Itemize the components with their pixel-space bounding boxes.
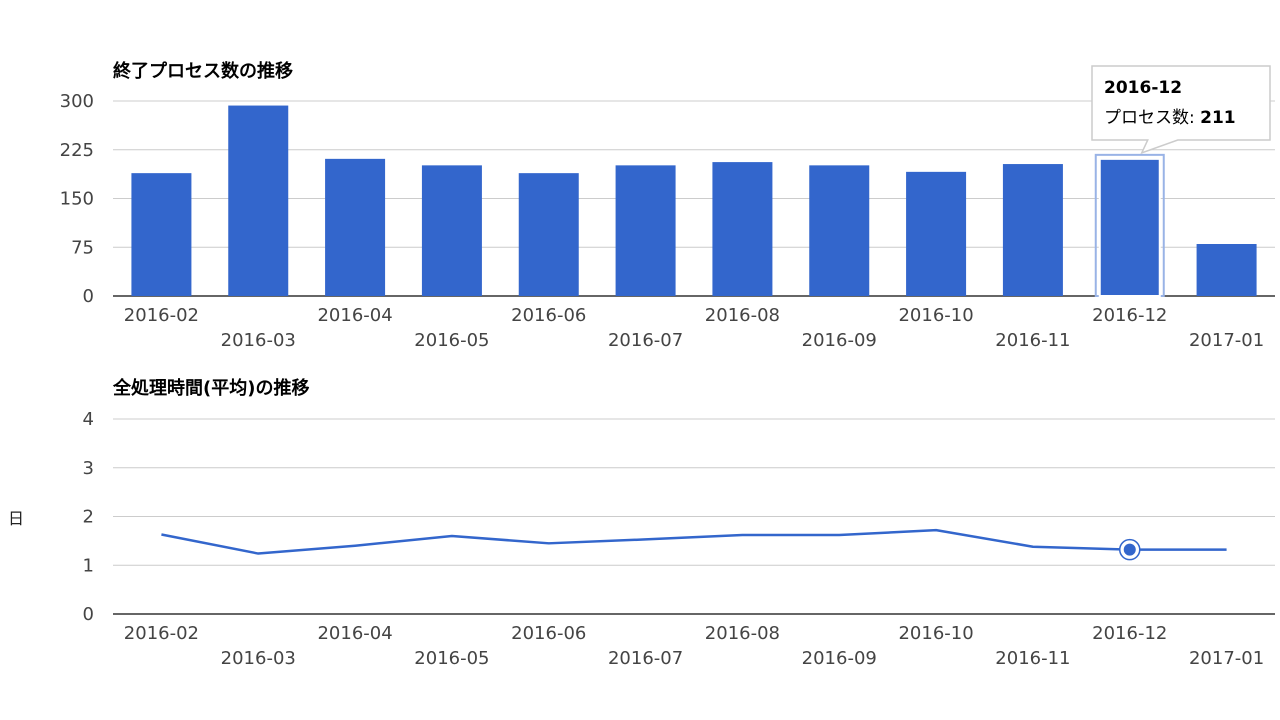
bar[interactable] <box>228 105 289 296</box>
x-tick-label: 2017-01 <box>1189 330 1264 351</box>
x-tick-label: 2016-07 <box>608 330 683 351</box>
data-point[interactable] <box>1123 543 1136 556</box>
bar[interactable] <box>615 165 676 296</box>
x-tick-label: 2016-02 <box>124 623 199 644</box>
y-tick-label: 4 <box>83 409 94 430</box>
x-tick-label: 2016-04 <box>317 623 392 644</box>
bar[interactable] <box>421 165 482 296</box>
line-chart-y-axis-label: 日 <box>8 509 24 528</box>
y-tick-label: 150 <box>60 189 94 210</box>
x-tick-label: 2016-10 <box>898 623 973 644</box>
line-chart-gridlines <box>113 418 1275 615</box>
y-tick-label: 75 <box>71 237 94 258</box>
x-tick-label: 2016-06 <box>511 623 586 644</box>
y-tick-label: 0 <box>83 604 94 625</box>
x-tick-label: 2016-12 <box>1092 623 1167 644</box>
bar[interactable] <box>325 158 386 296</box>
x-tick-label: 2016-05 <box>414 648 489 669</box>
line-chart: 全処理時間(平均)の推移 日 01234 2016-022016-032016-… <box>8 377 1275 669</box>
x-tick-label: 2016-12 <box>1092 305 1167 326</box>
line-chart-series[interactable] <box>161 528 1227 561</box>
y-tick-label: 225 <box>60 140 94 161</box>
bar[interactable] <box>131 173 192 296</box>
x-tick-label: 2016-07 <box>608 648 683 669</box>
bar-chart-title: 終了プロセス数の推移 <box>113 60 293 82</box>
line-chart-title: 全処理時間(平均)の推移 <box>112 377 309 399</box>
bar[interactable] <box>1098 157 1161 297</box>
x-tick-label: 2016-08 <box>705 623 780 644</box>
y-tick-label: 3 <box>83 458 94 479</box>
bar-chart: 終了プロセス数の推移 075150225300 2016-022016-0320… <box>60 60 1275 351</box>
x-tick-label: 2016-11 <box>995 330 1070 351</box>
bar[interactable] <box>906 171 967 296</box>
x-tick-label: 2016-06 <box>511 305 586 326</box>
tooltip-colon: : <box>1189 108 1200 128</box>
bar[interactable] <box>1002 164 1063 296</box>
tooltip-value: 211 <box>1200 108 1236 128</box>
bar-chart-x-ticks: 2016-02 2016-03 2016-04 2016-05 2016-06 2016-… <box>124 305 1264 351</box>
bar-chart-bars[interactable] <box>131 105 1257 297</box>
y-tick-label: 0 <box>83 286 94 307</box>
line-chart-x-ticks: 2016-02 2016-03 2016-04 2016-05 2016-06 2016-… <box>124 623 1264 669</box>
y-tick-label: 2 <box>83 507 94 528</box>
tooltip-category: 2016-12 <box>1104 78 1182 98</box>
y-tick-label: 1 <box>83 555 94 576</box>
x-tick-label: 2017-01 <box>1189 648 1264 669</box>
x-tick-label: 2016-09 <box>802 330 877 351</box>
x-tick-label: 2016-09 <box>802 648 877 669</box>
bar[interactable] <box>809 165 870 296</box>
bar[interactable] <box>712 162 773 296</box>
x-tick-label: 2016-08 <box>705 305 780 326</box>
bar-chart-y-ticks: 0 75 150 225 300 <box>60 91 94 307</box>
x-tick-label: 2016-11 <box>995 648 1070 669</box>
tooltip-line: プロセス数: 211 <box>1104 108 1236 128</box>
line-chart-y-ticks: 0 1 2 3 4 <box>83 409 94 625</box>
bar[interactable] <box>518 173 579 296</box>
x-tick-label: 2016-05 <box>414 330 489 351</box>
bar-tooltip: 2016-12 プロセス数: 211 <box>1091 65 1271 155</box>
chart-canvas: 終了プロセス数の推移 075150225300 2016-022016-0320… <box>8 60 1275 669</box>
bar[interactable] <box>1196 244 1257 296</box>
x-tick-label: 2016-04 <box>317 305 392 326</box>
x-tick-label: 2016-03 <box>221 648 296 669</box>
x-tick-label: 2016-03 <box>221 330 296 351</box>
x-tick-label: 2016-10 <box>898 305 973 326</box>
series-line[interactable] <box>161 528 1227 555</box>
tooltip-label: プロセス数 <box>1104 108 1189 128</box>
x-tick-label: 2016-02 <box>124 305 199 326</box>
y-tick-label: 300 <box>60 91 94 112</box>
